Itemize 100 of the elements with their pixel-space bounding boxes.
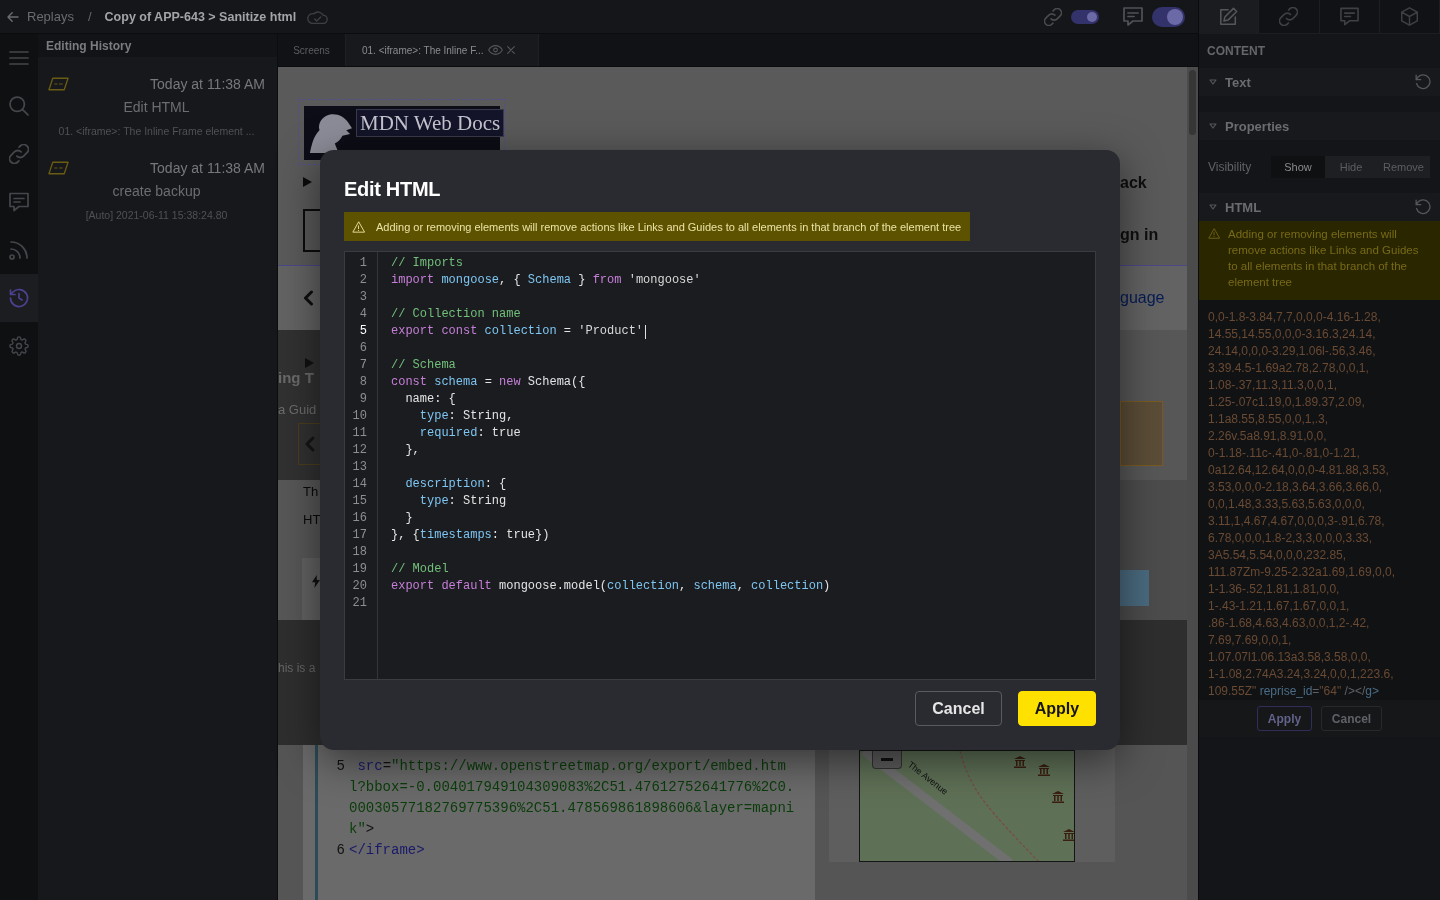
section-title: Properties [1225,118,1291,134]
code-line: type: String, [418,408,514,425]
section-header[interactable]: Text [1199,68,1440,96]
line-number: 12 [352,442,367,459]
code-line: 0,0-1.8-3.84,7,7,0,0,0-4.16-1.28, [1208,309,1381,326]
line-number: 15 [352,493,367,510]
info-box [1120,570,1149,606]
edit-tab[interactable] [1199,0,1260,34]
html-code-view[interactable] [1199,300,1440,700]
code-line: }, {timestamps: true}) [391,527,550,544]
caret-right-icon[interactable] [305,358,314,368]
nav-link[interactable]: guage [1120,289,1187,307]
code-line: required: true [418,425,521,442]
line-number: 1 [359,255,367,272]
line-number: 21 [352,595,367,612]
code-line: const schema = new Schema({ [391,374,586,391]
code-line: 3.39.4.5-1.69a2.78,2.78,0,0,1, [1208,360,1369,377]
museum-icon [1014,756,1026,768]
header-link[interactable]: gn in [1120,225,1159,245]
segment-option[interactable]: Remove [1377,155,1430,178]
code-line: 2.26v.5a8.91,8.91,0,0, [1208,428,1327,445]
eye-icon[interactable] [487,45,503,55]
toggle-switch[interactable] [1152,6,1185,27]
code-line: // Imports [391,255,463,272]
history-button[interactable] [0,274,38,322]
line-number: 8 [359,374,367,391]
pencil-icon [1219,7,1239,26]
section-header[interactable]: HTML [1199,193,1440,221]
line-number: 3 [359,289,367,306]
paragraph-text: HT [303,511,321,529]
back-link[interactable]: Replays [7,9,74,24]
line-number: 18 [352,544,367,561]
triangle-down-icon [1209,204,1217,210]
reset-icon[interactable] [1415,74,1431,90]
chevron-left-icon[interactable] [305,436,315,452]
caret-right-icon[interactable] [303,177,312,187]
header-link[interactable]: ack [1120,173,1147,193]
text-cursor [645,324,647,339]
code-line: 3.53,0,0,0-2.18,3.64,3.66,3.66,0, [1208,479,1383,496]
components-tab[interactable] [1379,0,1440,34]
section-title: HTML [1225,199,1263,215]
comments-tab[interactable] [1319,0,1380,34]
comment-icon[interactable] [1123,7,1143,26]
entry-detail: 01. <iframe>: The Inline Frame element ... [57,124,256,139]
line-number: 6 [335,841,345,860]
line-number: 2 [359,272,367,289]
cancel-button[interactable]: Cancel [1321,706,1382,731]
code-line: 1-1.08,2.74A3.24,3.24,0,0,1,223.6, [1208,666,1394,683]
line-number: 19 [352,561,367,578]
reset-icon[interactable] [1415,199,1431,215]
breadcrumb-separator: / [87,9,92,24]
tab[interactable]: 01. <iframe>: The Inline F... [346,34,539,66]
code-line: 1.08-.37,11.3,11.3,0,0,1, [1208,377,1337,394]
cancel-button[interactable]: Cancel [915,691,1002,726]
line-number: 9 [359,391,367,408]
comment-icon [9,192,29,212]
feed-icon [9,240,29,260]
entry-detail: [Auto] 2021-06-11 15:38:24.80 [84,208,229,223]
line-number: 17 [352,527,367,544]
tag-icon [48,161,69,175]
menu-icon [9,48,29,68]
code-editor[interactable] [344,251,1096,680]
segment-option[interactable]: Show [1271,155,1326,178]
code-line: 6.78,0,0,0,1.8-2,3,3,0,0,0,3.33, [1208,530,1373,547]
warning-text: Adding or removing elements will remove actions like Links and Guides to all elements in that branch of the element tree [1228,227,1420,290]
code-line: import mongoose, { Schema } from 'mongoose' [391,272,701,289]
entry-time: Today at 11:38 AM [150,76,265,92]
line-number: 6 [359,340,367,357]
entry-time: Today at 11:38 AM [150,160,265,176]
field-label: Visibility [1208,159,1253,174]
section-header[interactable]: Properties [1199,112,1440,140]
toggle-switch[interactable] [1071,9,1099,24]
cloud-icon [307,9,329,24]
segment-option[interactable]: Hide [1325,155,1378,178]
close-icon[interactable] [506,46,515,54]
comment-icon [1339,7,1359,26]
link-icon[interactable] [1044,7,1062,26]
museum-icon [1052,791,1064,803]
zoom-out-button[interactable] [872,751,902,769]
code-line: } [404,510,413,527]
code-line: // Model [391,561,449,578]
code-line: 14.55,14.55,0,0,0-3.16.3,24.14, [1208,326,1376,343]
apply-button[interactable]: Apply [1018,691,1096,726]
code-line: // Schema [391,357,456,374]
dialog-title: Edit HTML [344,178,441,200]
line-number: 5 [335,757,345,776]
code-line: 1-1.36-.52,1.81,1.81,0,0, [1208,581,1340,598]
apply-button[interactable]: Apply [1257,706,1312,731]
code-line: 7.69,7.69,0,0,1, [1208,632,1292,649]
warning-icon [1208,228,1220,239]
chevron-left-icon[interactable] [303,290,314,306]
line-number: 11 [352,425,367,442]
links-tab[interactable] [1259,0,1320,34]
code-line: name: { [404,391,456,408]
triangle-down-icon [1209,79,1217,85]
panel-title: Editing History [46,38,132,53]
line-number: 14 [352,476,367,493]
subheading-text: a Guid [278,401,317,419]
tag-icon [48,77,69,91]
museum-icon [1063,829,1074,841]
